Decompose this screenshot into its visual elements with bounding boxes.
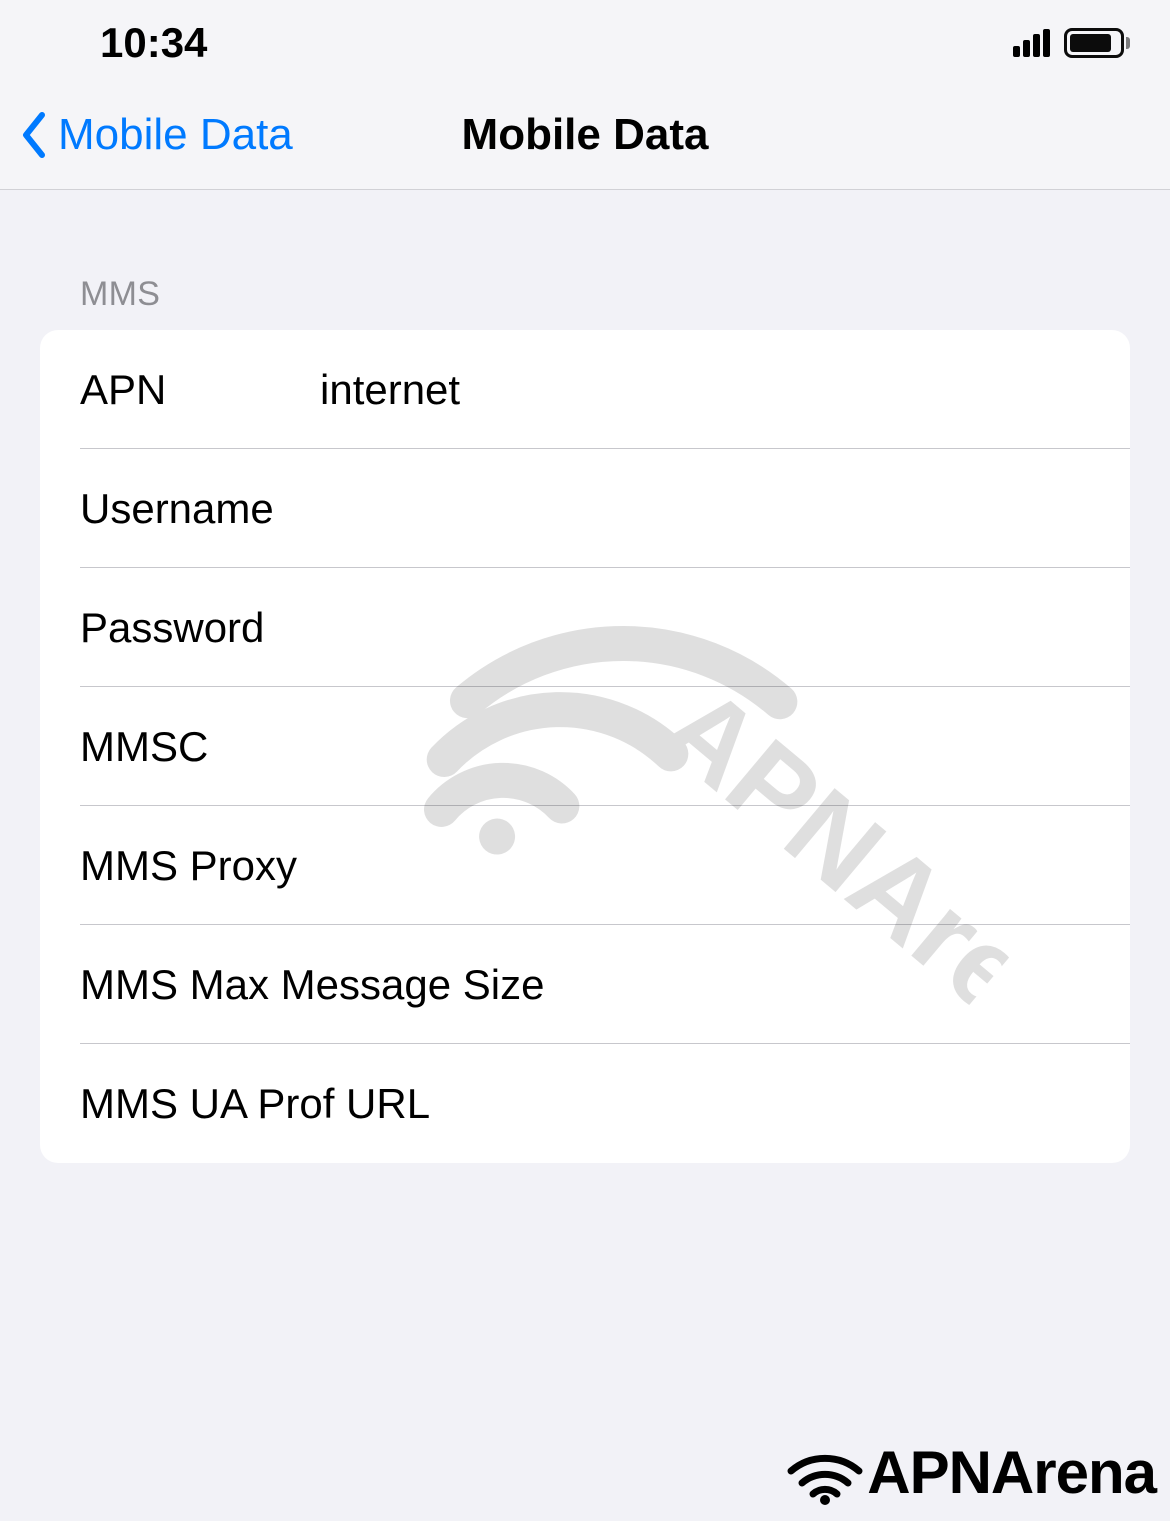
username-label: Username: [80, 485, 320, 533]
brand-footer: APNArena: [785, 1438, 1156, 1507]
back-label: Mobile Data: [58, 110, 293, 160]
back-button[interactable]: Mobile Data: [0, 110, 293, 160]
password-row[interactable]: Password: [40, 568, 1130, 687]
status-time: 10:34: [100, 19, 207, 67]
mms-ua-prof-label: MMS UA Prof URL: [80, 1080, 430, 1128]
mms-proxy-label: MMS Proxy: [80, 842, 320, 890]
mms-ua-prof-row[interactable]: MMS UA Prof URL: [40, 1044, 1130, 1163]
apn-input[interactable]: [320, 366, 1090, 414]
battery-icon: [1064, 28, 1130, 58]
password-label: Password: [80, 604, 320, 652]
status-bar: 10:34: [0, 0, 1170, 80]
navigation-header: Mobile Data Mobile Data: [0, 80, 1170, 190]
chevron-left-icon: [20, 111, 48, 159]
mms-max-size-row[interactable]: MMS Max Message Size: [40, 925, 1130, 1044]
password-input[interactable]: [320, 604, 1090, 652]
username-row[interactable]: Username: [40, 449, 1130, 568]
mmsc-label: MMSC: [80, 723, 320, 771]
mms-max-size-label: MMS Max Message Size: [80, 961, 544, 1009]
apn-row[interactable]: APN: [40, 330, 1130, 449]
brand-name: APNArena: [867, 1438, 1156, 1507]
section-header-mms: MMS: [40, 275, 1130, 314]
mms-ua-prof-input[interactable]: [430, 1080, 1090, 1128]
mms-proxy-row[interactable]: MMS Proxy: [40, 806, 1130, 925]
mms-settings-group: APN Username Password MMSC MMS Proxy MMS…: [40, 330, 1130, 1163]
mmsc-input[interactable]: [320, 723, 1090, 771]
apn-label: APN: [80, 366, 320, 414]
mmsc-row[interactable]: MMSC: [40, 687, 1130, 806]
mms-max-size-input[interactable]: [544, 961, 1090, 1009]
wifi-icon: [785, 1440, 865, 1505]
page-title: Mobile Data: [462, 110, 709, 160]
cellular-signal-icon: [1013, 29, 1050, 57]
content-area: MMS APN Username Password MMSC MMS Proxy…: [0, 275, 1170, 1163]
status-indicators: [1013, 28, 1130, 58]
mms-proxy-input[interactable]: [320, 842, 1090, 890]
username-input[interactable]: [320, 485, 1090, 533]
